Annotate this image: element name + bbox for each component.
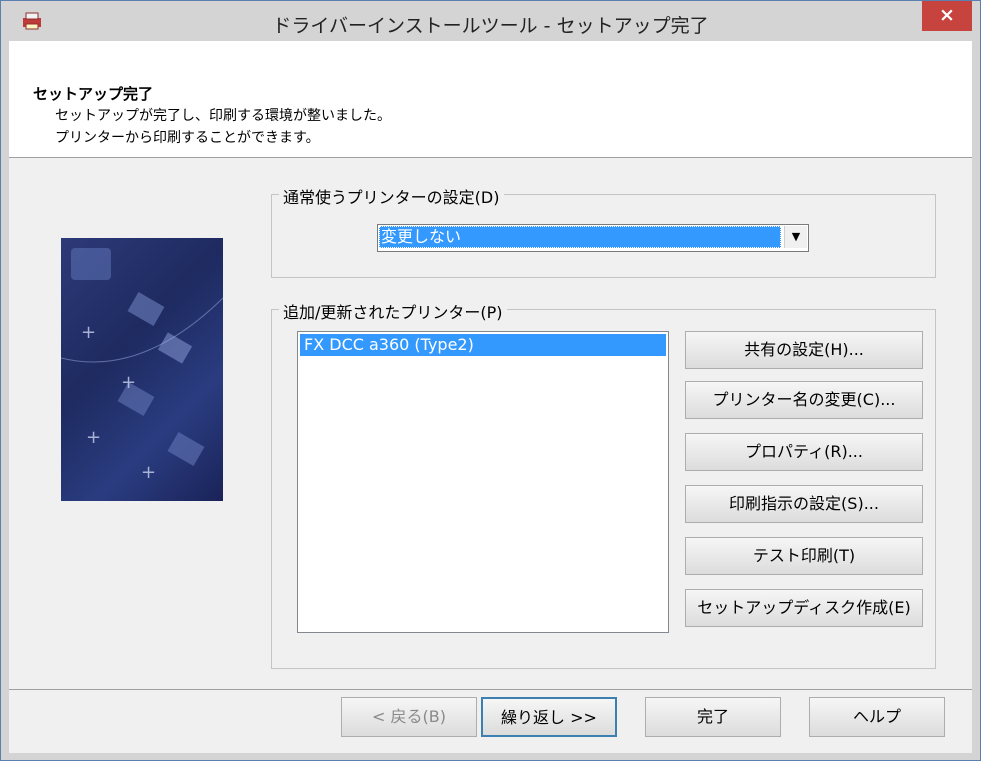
svg-text:+: +: [81, 322, 96, 343]
finish-button[interactable]: 完了: [645, 697, 781, 737]
window-title: ドライバーインストールツール - セットアップ完了: [272, 15, 709, 37]
page-title: セットアップ完了: [33, 85, 154, 103]
create-setup-disk-button[interactable]: セットアップディスク作成(E): [685, 589, 923, 627]
back-button[interactable]: < 戻る(B): [341, 697, 477, 737]
repeat-button[interactable]: 繰り返し >>: [481, 697, 617, 737]
svg-text:+: +: [141, 462, 156, 483]
rename-printer-button[interactable]: プリンター名の変更(C)...: [685, 381, 923, 419]
footer-divider: [9, 689, 972, 690]
svg-text:+: +: [121, 372, 136, 393]
default-printer-selected-value: 変更しない: [379, 226, 781, 248]
close-icon[interactable]: ×: [922, 1, 972, 31]
help-button[interactable]: ヘルプ: [809, 697, 945, 737]
banner-decoration: + + + +: [61, 248, 223, 483]
share-settings-button[interactable]: 共有の設定(H)...: [685, 331, 923, 369]
properties-button[interactable]: プロパティ(R)...: [685, 433, 923, 471]
print-settings-button[interactable]: 印刷指示の設定(S)...: [685, 485, 923, 523]
default-printer-label: 通常使うプリンターの設定(D): [279, 184, 504, 208]
wizard-header: セットアップ完了 セットアップが完了し、印刷する環境が整いました。 プリンターか…: [9, 41, 972, 158]
printer-listbox[interactable]: FX DCC a360 (Type2): [297, 331, 669, 633]
printers-group-label: 追加/更新されたプリンター(P): [279, 299, 507, 323]
svg-text:+: +: [86, 427, 101, 448]
default-printer-select[interactable]: 変更しない ▼: [377, 224, 809, 252]
list-item[interactable]: FX DCC a360 (Type2): [300, 334, 666, 356]
header-description-2: プリンターから印刷することができます。: [55, 130, 320, 146]
title-bar: ドライバーインストールツール - セットアップ完了 ×: [1, 1, 980, 41]
chevron-down-icon[interactable]: ▼: [784, 226, 807, 248]
wizard-banner-image: + + + +: [61, 238, 223, 501]
header-description-1: セットアップが完了し、印刷する環境が整いました。: [55, 108, 391, 124]
dialog-client-area: セットアップ完了 セットアップが完了し、印刷する環境が整いました。 プリンターか…: [9, 41, 972, 753]
dialog-window: ドライバーインストールツール - セットアップ完了 × セットアップ完了 セット…: [0, 0, 981, 761]
test-print-button[interactable]: テスト印刷(T): [685, 537, 923, 575]
